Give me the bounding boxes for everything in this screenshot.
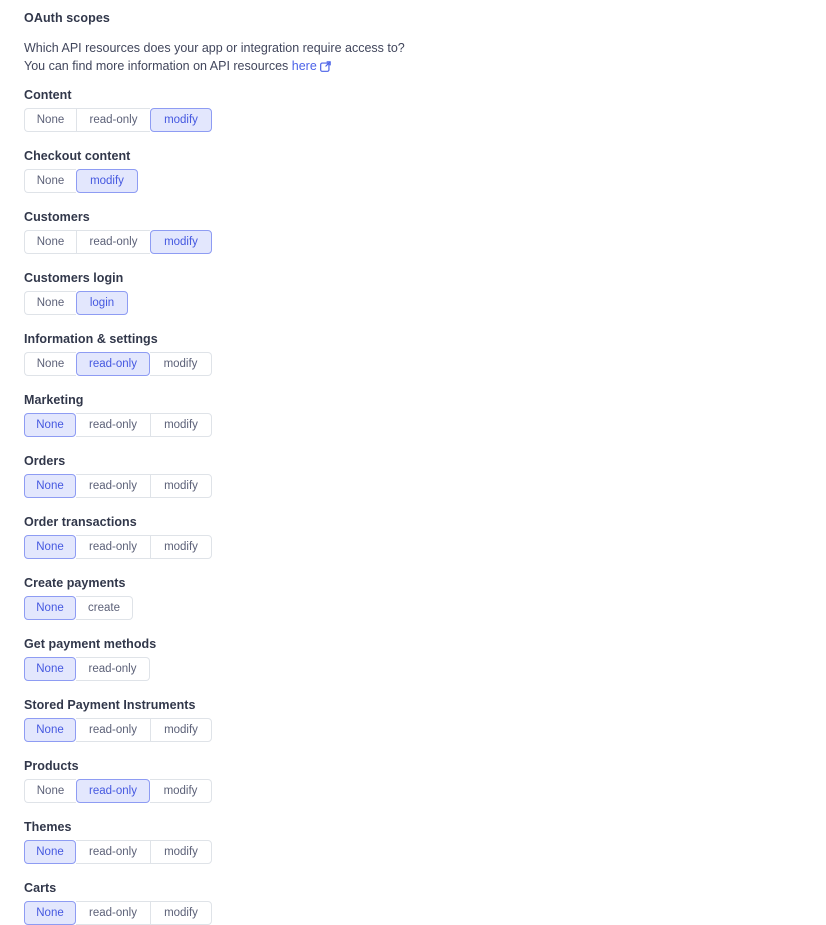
scope-group: Marketing None read-only modify	[24, 392, 802, 437]
scope-option-group: None read-only modify	[24, 474, 212, 498]
scope-group: Themes None read-only modify	[24, 819, 802, 864]
scope-option-button[interactable]: login	[76, 291, 128, 315]
scope-option-button[interactable]: read-only	[76, 474, 150, 498]
scope-option-group: None read-only modify	[24, 840, 212, 864]
scope-group: Create payments None create	[24, 575, 802, 620]
scope-option-button[interactable]: None	[24, 108, 76, 132]
scope-label: Create payments	[24, 576, 126, 590]
scope-option-button[interactable]: modify	[150, 535, 212, 559]
oauth-scopes-page: OAuth scopes Which API resources does yo…	[0, 0, 826, 925]
description-line-2-text: You can find more information on API res…	[24, 59, 292, 73]
scope-option-button[interactable]: modify	[76, 169, 138, 193]
scope-option-button[interactable]: None	[24, 413, 76, 437]
scope-option-button[interactable]: read-only	[76, 779, 150, 803]
scope-option-group: None modify	[24, 169, 138, 193]
scope-option-button[interactable]: modify	[150, 108, 212, 132]
scope-option-button[interactable]: None	[24, 169, 76, 193]
scope-option-group: None read-only modify	[24, 108, 212, 132]
scope-label: Themes	[24, 820, 72, 834]
scope-option-group: None login	[24, 291, 128, 315]
scope-option-button[interactable]: None	[24, 718, 76, 742]
scope-group: Orders None read-only modify	[24, 453, 802, 498]
scope-option-group: None read-only modify	[24, 352, 212, 376]
scope-option-button[interactable]: read-only	[76, 230, 150, 254]
scope-group: Stored Payment Instruments None read-only m…	[24, 697, 802, 742]
scope-label: Order transactions	[24, 515, 137, 529]
scope-option-button[interactable]: modify	[150, 779, 212, 803]
scope-option-button[interactable]: read-only	[76, 535, 150, 559]
scope-label: Content	[24, 88, 72, 102]
scope-option-button[interactable]: read-only	[76, 413, 150, 437]
scope-label: Orders	[24, 454, 66, 468]
scope-option-button[interactable]: None	[24, 535, 76, 559]
page-description: Which API resources does your app or int…	[24, 39, 802, 75]
scope-option-button[interactable]: None	[24, 291, 76, 315]
scope-option-group: None read-only modify	[24, 230, 212, 254]
scope-option-button[interactable]: modify	[150, 840, 212, 864]
scope-label: Marketing	[24, 393, 84, 407]
scope-label: Products	[24, 759, 79, 773]
scope-option-button[interactable]: create	[76, 596, 133, 620]
scope-option-button[interactable]: modify	[150, 718, 212, 742]
description-line-2: You can find more information on API res…	[24, 57, 802, 75]
scope-label: Customers	[24, 210, 90, 224]
scope-option-group: None read-only modify	[24, 413, 212, 437]
scope-option-button[interactable]: modify	[150, 352, 212, 376]
scope-option-button[interactable]: None	[24, 657, 76, 681]
description-line-1: Which API resources does your app or int…	[24, 41, 405, 55]
scope-label: Carts	[24, 881, 57, 895]
scope-group: Checkout content None modify	[24, 148, 802, 193]
scope-option-button[interactable]: None	[24, 779, 76, 803]
scope-option-button[interactable]: modify	[150, 413, 212, 437]
scope-label: Information & settings	[24, 332, 158, 346]
scope-option-group: None read-only	[24, 657, 150, 681]
scope-group: Order transactions None read-only modify	[24, 514, 802, 559]
scope-option-group: None read-only modify	[24, 718, 212, 742]
scope-option-button[interactable]: None	[24, 230, 76, 254]
scope-option-button[interactable]: None	[24, 474, 76, 498]
scope-option-button[interactable]: read-only	[76, 657, 150, 681]
scope-group: Customers login None login	[24, 270, 802, 315]
scope-label: Stored Payment Instruments	[24, 698, 196, 712]
page-title: OAuth scopes	[24, 11, 110, 25]
scope-option-group: None create	[24, 596, 133, 620]
scope-option-button[interactable]: read-only	[76, 718, 150, 742]
scope-option-button[interactable]: read-only	[76, 108, 150, 132]
scope-option-button[interactable]: None	[24, 840, 76, 864]
scope-option-group: None read-only modify	[24, 535, 212, 559]
scope-option-button[interactable]: None	[24, 352, 76, 376]
scope-option-button[interactable]: modify	[150, 474, 212, 498]
scope-group: Carts None read-only modify	[24, 880, 802, 925]
scope-group: Get payment methods None read-only	[24, 636, 802, 681]
scope-option-button[interactable]: modify	[150, 230, 212, 254]
scopes-list: Content None read-only modify Checkout conte…	[24, 87, 802, 925]
scope-group: Information & settings None read-only modif…	[24, 331, 802, 376]
scope-group: Products None read-only modify	[24, 758, 802, 803]
api-resources-link[interactable]: here	[292, 59, 317, 73]
scope-label: Customers login	[24, 271, 124, 285]
scope-label: Checkout content	[24, 149, 131, 163]
scope-option-button[interactable]: read-only	[76, 352, 150, 376]
scope-option-button[interactable]: None	[24, 596, 76, 620]
scope-option-button[interactable]: read-only	[76, 840, 150, 864]
scope-group: Customers None read-only modify	[24, 209, 802, 254]
external-link-icon	[319, 61, 331, 72]
scope-label: Get payment methods	[24, 637, 157, 651]
scope-option-group: None read-only modify	[24, 779, 212, 803]
scope-group: Content None read-only modify	[24, 87, 802, 132]
